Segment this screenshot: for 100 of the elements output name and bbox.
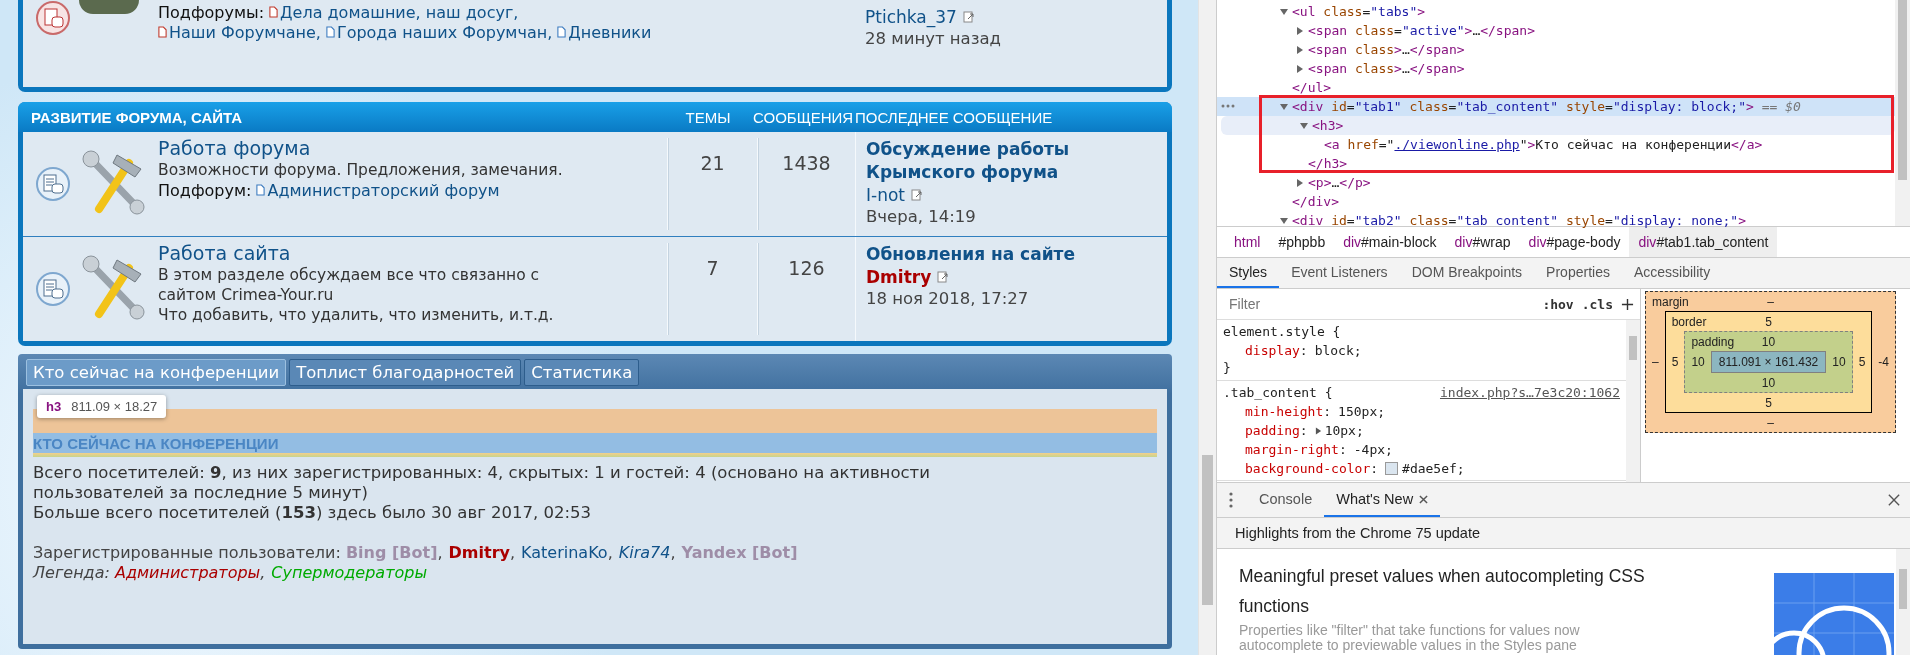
expand-arrow-icon[interactable]: [1279, 215, 1289, 226]
menu-icon[interactable]: [1229, 492, 1233, 508]
dom-node-line[interactable]: <h3>: [1312, 118, 1344, 133]
scrollbar[interactable]: [1896, 549, 1910, 655]
subforum-link[interactable]: Администраторский форум: [256, 181, 500, 200]
tab[interactable]: Accessibility: [1621, 258, 1723, 288]
tab[interactable]: Статистика: [524, 359, 640, 386]
dom-tree-row[interactable]: <span class="active">…</span>: [1217, 21, 1895, 40]
last-post-link[interactable]: Обновления на сайте: [866, 243, 1156, 266]
subforum-link[interactable]: Дневники: [557, 23, 652, 42]
tooltip-tag: h3: [46, 399, 62, 414]
post-author[interactable]: Dmitry: [866, 266, 932, 288]
scroll-thumb[interactable]: [1898, 0, 1907, 180]
expand-arrow-icon[interactable]: [1295, 63, 1305, 74]
scrollbar[interactable]: [1626, 320, 1640, 482]
dom-node-line[interactable]: </h3>: [1308, 156, 1348, 171]
group-link[interactable]: Администраторы: [114, 563, 261, 582]
expand-arrow-icon[interactable]: [1279, 101, 1289, 112]
dom-tree-row[interactable]: </h3>: [1217, 154, 1895, 173]
dom-tree-row[interactable]: <ul class="tabs">: [1217, 2, 1895, 21]
filter-toggle-button[interactable]: .cls: [1581, 296, 1613, 312]
subforum-link[interactable]: Наши Форумчане,: [158, 23, 321, 42]
dom-node-line[interactable]: <p>…</p>: [1308, 175, 1371, 190]
tab-label[interactable]: What's New: [1336, 491, 1414, 507]
expand-arrow-icon[interactable]: [1279, 6, 1289, 17]
dom-tree-row[interactable]: </div>: [1217, 192, 1895, 211]
filter-toggle-button[interactable]: :hov: [1542, 296, 1574, 312]
css-property[interactable]: min-height: [1245, 404, 1324, 419]
dom-node-line[interactable]: <div id="tab1" class="tab_content" style="display: block;"> == $0: [1292, 99, 1801, 114]
drawer-tab[interactable]: Console: [1247, 483, 1325, 517]
dom-tree-row[interactable]: <div id="tab2" class="tab content" style="display: none;">: [1217, 211, 1895, 230]
css-property[interactable]: padding: [1245, 423, 1300, 438]
scroll-thumb[interactable]: [1629, 336, 1637, 360]
post-author[interactable]: Ptichka_37: [865, 6, 957, 28]
css-property[interactable]: background-color: [1245, 461, 1371, 476]
tab[interactable]: Топлист благодарностей: [289, 359, 522, 386]
subforum-link[interactable]: Дела домашние, наш досуг,: [269, 3, 519, 22]
dom-tree-row[interactable]: <p>…</p>: [1217, 173, 1895, 192]
view-post-icon[interactable]: [937, 271, 950, 283]
tab[interactable]: Event Listeners: [1279, 258, 1400, 288]
article-title[interactable]: Meaningful preset values when autocompleting CSS functions: [1239, 561, 1659, 621]
view-post-icon[interactable]: [911, 189, 923, 201]
scroll-thumb[interactable]: [1899, 569, 1907, 609]
close-icon[interactable]: [1888, 494, 1900, 506]
css-property[interactable]: display: [1245, 343, 1300, 358]
dom-node-line[interactable]: <span class>…</span>: [1308, 42, 1465, 57]
expand-arrow-icon[interactable]: [1295, 44, 1305, 55]
breadcrumb[interactable]: #phpbb: [1269, 227, 1335, 257]
expand-arrow-icon[interactable]: [1299, 120, 1309, 131]
dom-node-line[interactable]: <a href="./viewonline.php">Кто сейчас на конференции</a>: [1324, 137, 1763, 152]
css-value[interactable]: 10px;: [1324, 423, 1364, 438]
last-post-link[interactable]: Обсуждение работы Крымского форума: [866, 138, 1156, 184]
subforum-link[interactable]: Города наших Форумчан,: [325, 23, 553, 42]
css-value[interactable]: -4px;: [1353, 442, 1393, 457]
dom-node-line[interactable]: <ul class="tabs">: [1292, 4, 1426, 19]
dom-tree-row[interactable]: <span class>…</span>: [1217, 40, 1895, 59]
forum-title-link[interactable]: Работа сайта: [158, 241, 667, 265]
breadcrumb[interactable]: div#wrap: [1445, 227, 1520, 257]
dom-node-line[interactable]: </ul>: [1292, 80, 1332, 95]
dom-node-line[interactable]: <div id="tab2" class="tab content" style="display: none;">: [1292, 213, 1746, 228]
dom-tree-row[interactable]: </ul>: [1217, 78, 1895, 97]
css-property[interactable]: margin-right: [1245, 442, 1339, 457]
breadcrumb[interactable]: div#main-block: [1334, 227, 1446, 257]
user-link[interactable]: Kira74: [618, 543, 671, 562]
box-value: –: [1652, 355, 1659, 369]
view-post-icon[interactable]: [962, 11, 975, 23]
css-value[interactable]: block;: [1314, 343, 1362, 358]
post-author[interactable]: I-not: [866, 184, 905, 206]
close-icon[interactable]: [1419, 494, 1429, 504]
user-link[interactable]: Dmitry: [448, 543, 510, 562]
dom-tree-row[interactable]: <a href="./viewonline.php">Кто сейчас на конференции</a>: [1217, 135, 1895, 154]
rule-selector: .tab_content {: [1223, 385, 1333, 400]
breadcrumb[interactable]: div#page-body: [1519, 227, 1630, 257]
breadcrumb[interactable]: html: [1225, 227, 1270, 257]
dom-tree-row[interactable]: <span class>…</span>: [1217, 59, 1895, 78]
css-value[interactable]: #dae5ef;: [1402, 461, 1465, 476]
expand-arrow-icon[interactable]: [1314, 426, 1322, 435]
dom-node-line[interactable]: </div>: [1292, 194, 1339, 209]
css-value[interactable]: 150px;: [1338, 404, 1386, 419]
user-link[interactable]: KaterinaKo: [521, 543, 608, 562]
add-icon[interactable]: [1621, 297, 1634, 311]
tab[interactable]: Styles: [1217, 258, 1280, 288]
breadcrumb[interactable]: div#tab1.tab_content: [1629, 227, 1778, 257]
dom-tree-row[interactable]: <h3>: [1221, 116, 1895, 135]
expand-arrow-icon[interactable]: [1295, 25, 1305, 36]
tab[interactable]: DOM Breakpoints: [1399, 258, 1535, 288]
more-icon[interactable]: [1221, 104, 1235, 108]
section-title[interactable]: РАЗВИТИЕ ФОРУМА, САЙТА: [23, 108, 663, 126]
dom-node-line[interactable]: <span class="active">…</span>: [1308, 23, 1535, 38]
source-link[interactable]: index.php?s…7e3c20:1062: [1440, 385, 1620, 400]
scrollbar[interactable]: [1198, 0, 1216, 655]
tab-label[interactable]: Console: [1259, 491, 1313, 507]
expand-arrow-icon[interactable]: [1295, 177, 1305, 188]
scroll-thumb[interactable]: [1202, 455, 1213, 605]
photo-placeholder: [79, 0, 139, 14]
forum-title-link[interactable]: Работа форума: [158, 136, 667, 160]
scrollbar[interactable]: [1895, 0, 1910, 226]
dom-node-line[interactable]: <span class>…</span>: [1308, 61, 1465, 76]
tab[interactable]: Properties: [1534, 258, 1622, 288]
color-swatch[interactable]: [1385, 462, 1399, 475]
